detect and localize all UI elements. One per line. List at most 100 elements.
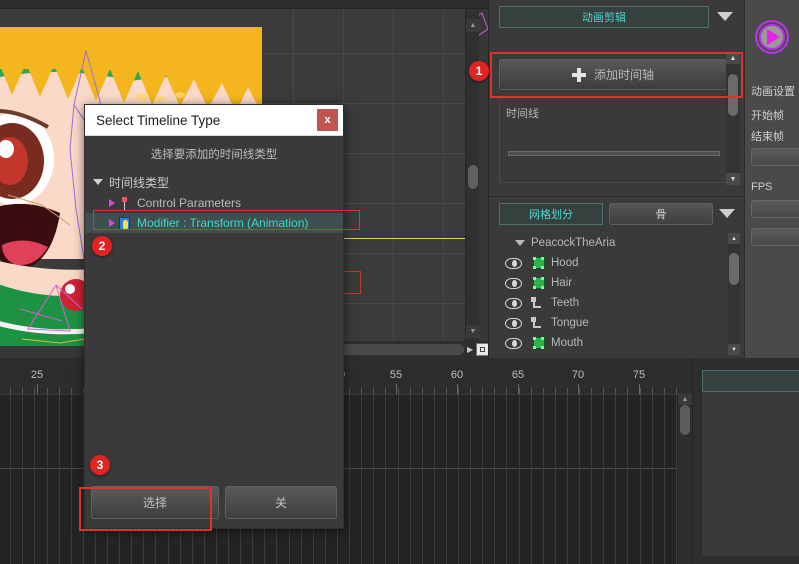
- eye-icon[interactable]: [505, 297, 522, 309]
- timeline-type-item-0[interactable]: Control Parameters: [85, 193, 343, 213]
- track-gridline: [422, 395, 423, 564]
- end-frame-label: 结束帧: [751, 131, 784, 143]
- ruler-minor-tick: [385, 388, 386, 394]
- add-timeline-button[interactable]: 添加时间轴: [499, 59, 727, 90]
- ruler-minor-tick: [519, 388, 520, 394]
- ruler-minor-tick: [34, 388, 35, 394]
- ruler-minor-tick: [664, 388, 665, 394]
- tab-mesh-division-label: 网格划分: [529, 209, 573, 221]
- timeline-list-label: 时间线: [506, 108, 539, 120]
- dialog-subtitle: 选择要添加的时间线类型: [150, 148, 278, 161]
- scroll-up-icon[interactable]: ▲: [466, 19, 480, 32]
- extra-input[interactable]: [751, 228, 799, 246]
- select-button[interactable]: 选择: [91, 486, 219, 519]
- expand-arrow-icon[interactable]: [109, 219, 115, 227]
- ruler-minor-tick: [579, 388, 580, 394]
- mesh-tree-item-teeth[interactable]: Teeth: [497, 293, 729, 313]
- ruler-minor-tick: [627, 388, 628, 394]
- track-gridline: [567, 395, 568, 564]
- ruler-minor-tick: [543, 388, 544, 394]
- eye-icon[interactable]: [505, 337, 522, 349]
- scroll-up-icon[interactable]: ▲: [728, 233, 740, 244]
- track-gridline: [446, 395, 447, 564]
- timeline-vertical-scrollbar[interactable]: ▲: [678, 367, 692, 564]
- ruler-major-tick: [37, 384, 38, 394]
- tab-animation-clip[interactable]: 动画剪辑: [499, 6, 709, 28]
- ruler-minor-tick: [446, 388, 447, 394]
- triangle-down-icon[interactable]: [93, 179, 103, 185]
- track-gridline: [603, 395, 604, 564]
- scrollbar-thumb[interactable]: [728, 74, 738, 116]
- add-timeline-label: 添加时间轴: [593, 68, 654, 82]
- track-gridline: [506, 395, 507, 564]
- stop-square-icon[interactable]: [476, 343, 488, 356]
- fps-label: FPS: [751, 181, 773, 193]
- mesh-tree-item-hood[interactable]: Hood: [497, 253, 729, 273]
- close-button[interactable]: 关: [225, 486, 337, 519]
- track-gridline: [579, 395, 580, 564]
- mesh-tree-item-label: Teeth: [551, 297, 580, 309]
- mesh-tree-item-hair[interactable]: Hair: [497, 273, 729, 293]
- scroll-down-icon[interactable]: ▼: [726, 173, 740, 185]
- right-arrow-icon[interactable]: ▶: [467, 345, 473, 354]
- track-gridline: [470, 395, 471, 564]
- ruler-minor-tick: [482, 388, 483, 394]
- ruler-minor-tick: [398, 388, 399, 394]
- ruler-minor-tick: [470, 388, 471, 394]
- mesh-tree[interactable]: PeacockTheAria Hood Hair Teeth Tongue Mouth: [497, 233, 729, 353]
- mesh-tree-item-tongue[interactable]: Tongue: [497, 313, 729, 333]
- timeline-type-tree[interactable]: 时间线类型 Control Parameters Modifier : Trans…: [85, 171, 343, 479]
- start-frame-label: 开始帧: [751, 110, 784, 122]
- animation-panel-scrollbar[interactable]: ▲ ▼: [726, 52, 740, 185]
- ruler-tick-label: 70: [571, 369, 585, 381]
- ruler-tick-label: 65: [511, 369, 525, 381]
- bottom-right-header[interactable]: [702, 370, 799, 392]
- close-icon[interactable]: x: [317, 109, 338, 131]
- scroll-up-icon[interactable]: ▲: [678, 394, 692, 405]
- ruler-minor-tick: [567, 388, 568, 394]
- timeline-list[interactable]: 时间线: [499, 96, 727, 183]
- mesh-tree-root-label: PeacockTheAria: [531, 237, 616, 249]
- scrollbar-thumb[interactable]: [680, 405, 690, 435]
- bone-icon: [531, 317, 541, 328]
- scroll-down-icon[interactable]: ▼: [466, 325, 480, 338]
- close-button-label: 关: [274, 496, 287, 510]
- fps-input[interactable]: [751, 200, 799, 218]
- track-gridline: [640, 395, 641, 564]
- expand-arrow-icon[interactable]: [109, 199, 115, 207]
- mesh-tree-item-mouth[interactable]: Mouth: [497, 333, 729, 353]
- eye-icon[interactable]: [505, 257, 522, 269]
- scroll-up-icon[interactable]: ▲: [726, 52, 740, 64]
- track-gridline: [385, 395, 386, 564]
- track-gridline: [664, 395, 665, 564]
- scroll-down-icon[interactable]: ▼: [728, 344, 740, 355]
- tab-mesh-division[interactable]: 网格划分: [499, 203, 603, 225]
- eye-icon[interactable]: [505, 277, 522, 289]
- mesh-tree-scrollbar[interactable]: ▲ ▼: [728, 233, 740, 355]
- eye-icon[interactable]: [505, 317, 522, 329]
- timeline-type-root[interactable]: 时间线类型: [85, 171, 343, 193]
- timeline-list-scroll-bar[interactable]: [508, 151, 720, 156]
- scrollbar-thumb[interactable]: [729, 253, 739, 285]
- mesh-panel-header: 网格划分 骨: [489, 197, 745, 230]
- triangle-down-icon[interactable]: [515, 240, 525, 246]
- chevron-down-icon[interactable]: [717, 12, 733, 21]
- mesh-tree-root[interactable]: PeacockTheAria: [497, 233, 729, 253]
- track-gridline: [482, 395, 483, 564]
- canvas-vertical-scrollbar[interactable]: ▲ ▼: [465, 9, 480, 346]
- mesh-tree-item-label: Mouth: [551, 337, 583, 349]
- play-button[interactable]: [755, 20, 789, 54]
- dialog-title-bar: Select Timeline Type x: [85, 105, 343, 136]
- scrollbar-thumb[interactable]: [468, 165, 478, 189]
- track-gridline: [615, 395, 616, 564]
- timeline-type-item-1[interactable]: Modifier : Transform (Animation): [85, 213, 343, 233]
- scrollbar-thumb[interactable]: [336, 344, 464, 355]
- track-gridline: [519, 395, 520, 564]
- end-frame-input[interactable]: [751, 148, 799, 166]
- ruler-minor-tick: [373, 388, 374, 394]
- canvas-guide-line: [336, 238, 471, 239]
- chevron-down-icon[interactable]: [719, 209, 735, 218]
- canvas-horizontal-scrollbar[interactable]: ▶: [336, 341, 488, 358]
- tab-bone[interactable]: 骨: [609, 203, 713, 225]
- animation-settings-label: 动画设置: [751, 86, 795, 98]
